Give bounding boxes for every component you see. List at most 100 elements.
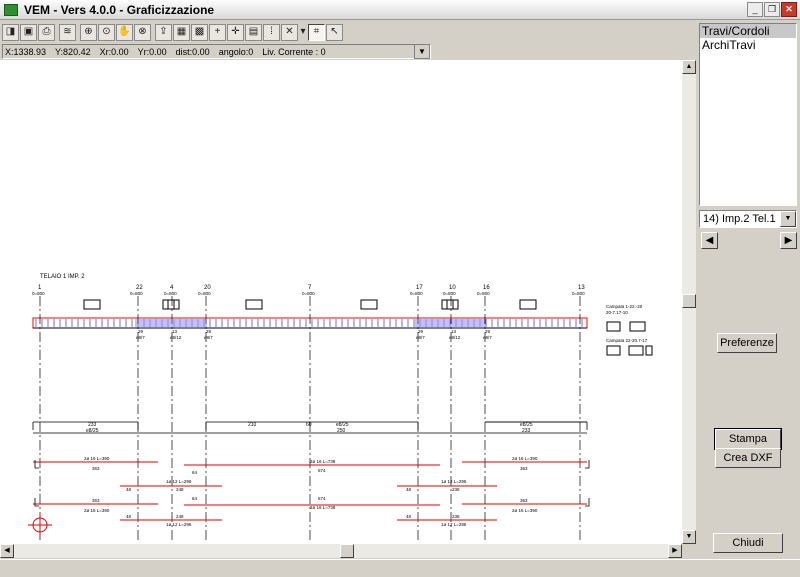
pan-hand-icon[interactable]: ✋ (116, 23, 133, 41)
app-icon (4, 3, 18, 16)
small-dim-1: 64 (192, 470, 198, 475)
list-item-architravi[interactable]: ArchiTravi (700, 38, 796, 52)
rebar-bot-1-label: 2ø 16 L=390 (84, 508, 110, 513)
vertical-scrollbar[interactable]: ▲ ▼ (682, 60, 696, 544)
level-dropdown-button[interactable]: ▼ (414, 44, 430, 59)
campata-section-2 (629, 321, 646, 332)
support-width: 13 (451, 329, 457, 334)
hatch-icon[interactable]: ▤ (245, 23, 262, 41)
add-point-icon[interactable]: + (209, 23, 226, 41)
scroll-up-button[interactable]: ▲ (682, 60, 696, 74)
zoom-all-icon[interactable]: ⊗ (134, 23, 151, 41)
element-type-list[interactable]: Travi/Cordoli ArchiTravi (699, 23, 797, 206)
dimension-icon[interactable]: ⌗ (308, 23, 325, 41)
column-dimension: 0=800 (32, 291, 45, 296)
scroll-down-button[interactable]: ▼ (682, 530, 696, 544)
campata-section-4 (628, 345, 644, 356)
next-frame-button[interactable]: ▶ (780, 232, 797, 249)
small-dim-0b: 48 (126, 514, 132, 519)
support-stirrups: e8/7 (416, 335, 425, 340)
rebar-mid-2-dim: 238 (452, 487, 460, 492)
horizontal-scroll-thumb[interactable] (340, 544, 354, 558)
list-item-travi-cordoli[interactable]: Travi/Cordoli (700, 24, 796, 38)
scroll-right-button[interactable]: ▶ (668, 544, 682, 558)
export-icon[interactable]: ⇪ (155, 23, 172, 41)
dist-readout: dist:0.00 (175, 46, 210, 57)
support-width: 13 (172, 329, 178, 334)
support-stirrups: e8/7 (204, 335, 213, 340)
zoom-window-icon[interactable]: ⊙ (98, 23, 115, 41)
right-panel: Travi/Cordoli ArchiTravi 14) Imp.2 Tel.1… (697, 21, 800, 559)
section-box (83, 299, 101, 310)
rebar-bot-2-dim: 674 (318, 496, 326, 501)
span-3-length: 60 (306, 422, 312, 428)
snap-icon[interactable]: ✛ (227, 23, 244, 41)
section-box (245, 299, 263, 310)
preferenze-button[interactable]: Preferenze (717, 333, 777, 353)
minimize-button[interactable]: _ (747, 2, 763, 17)
rebar-end-hooks (34, 460, 590, 507)
stampa-button[interactable]: Stampa (714, 428, 782, 450)
y-readout: Y:820.42 (55, 46, 91, 57)
rebar-mid-1-label-b: 1ø 12 L=296 (166, 522, 192, 527)
zoom-in-icon[interactable]: ⊕ (80, 23, 97, 41)
column-dimension: 0=800 (443, 291, 456, 296)
section-box (360, 299, 378, 310)
span-1-stirrups: e8/25 (86, 428, 99, 434)
rebar-mid-1-label: 1ø 12 L=296 (166, 479, 192, 484)
column-dimension: 0=800 (302, 291, 315, 296)
vertical-scroll-thumb[interactable] (682, 294, 696, 308)
drawing-canvas[interactable]: TELAIO 1 IMP. 2 1 0=800 22 0=800 4 0=800 20 0=8… (0, 60, 682, 544)
support-stirrups: e8/12 (449, 335, 461, 340)
scroll-left-button[interactable]: ◀ (0, 544, 14, 558)
campata-section-1 (606, 321, 621, 332)
open-icon[interactable]: ◨ (2, 23, 19, 41)
beam-drawing: TELAIO 1 IMP. 2 10=800220=80040=800200=8… (28, 274, 653, 540)
support-stirrups: e8/7 (483, 335, 492, 340)
campata-1-label: Campata 1-22.-20 (606, 304, 643, 309)
delete-dropdown-icon[interactable]: ▾ (299, 24, 307, 41)
rebar-top-1-dim: 363 (92, 466, 100, 471)
span-4-length: 250 (337, 428, 346, 434)
pointer-icon[interactable]: ↖ (326, 23, 343, 41)
rebar-top-3-dim: 363 (520, 466, 528, 471)
bottom-status-bar (0, 559, 800, 577)
restore-button[interactable]: ❐ (764, 2, 780, 17)
title-bar: VEM - Vers 4.0.0 - Graficizzazione _ ❐ ✕ (0, 0, 800, 20)
support-width: 29 (485, 329, 491, 334)
dots-grid-icon[interactable]: ⁞ (263, 23, 280, 41)
close-button[interactable]: ✕ (781, 2, 797, 17)
campata-section-5 (645, 345, 653, 356)
crea-dxf-button[interactable]: Crea DXF (715, 448, 781, 468)
support-stirrups: e8/7 (136, 335, 145, 340)
save-icon[interactable]: ▣ (20, 23, 37, 41)
rebar-mid-2-label-b: 1ø 12 L=296 (441, 522, 467, 527)
support-stirrups: e8/12 (170, 335, 182, 340)
section-box (441, 299, 459, 310)
chevron-down-icon[interactable]: ▼ (780, 211, 796, 227)
campata-section-3 (606, 345, 621, 356)
chiudi-button[interactable]: Chiudi (713, 533, 783, 553)
print-icon[interactable]: ⎙ (38, 23, 55, 41)
previous-frame-button[interactable]: ◀ (701, 232, 718, 249)
current-level: Liv. Corrente : 0 (262, 46, 326, 57)
grid-icon[interactable]: ▦ (173, 23, 190, 41)
rebar-mid-2-label: 1ø 12 L=296 (441, 479, 467, 484)
rebar-bot-1-dim: 363 (92, 498, 100, 503)
frame-select[interactable]: 14) Imp.2 Tel.1 ▼ (699, 210, 797, 228)
delete-icon[interactable]: ✕ (281, 23, 298, 41)
column-dimension: 0=800 (164, 291, 177, 296)
horizontal-scrollbar[interactable]: ◀ ▶ (0, 544, 682, 558)
frame-title: TELAIO 1 IMP. 2 (40, 274, 85, 280)
span-2-length: 210 (248, 422, 257, 428)
color-icon[interactable]: ▩ (191, 23, 208, 41)
rebar-top-2-label: 2ø 16 L=738 (310, 459, 336, 464)
layers-icon[interactable]: ≋ (59, 23, 76, 41)
small-dim-3: 64 (192, 496, 198, 501)
rebar-bot-3-dim: 363 (520, 498, 528, 503)
origin-symbol (28, 513, 52, 537)
small-dim-0: 48 (126, 487, 132, 492)
column-dimension: 0=800 (410, 291, 423, 296)
window-title: VEM - Vers 4.0.0 - Graficizzazione (24, 2, 215, 17)
column-dimension: 0=800 (130, 291, 143, 296)
